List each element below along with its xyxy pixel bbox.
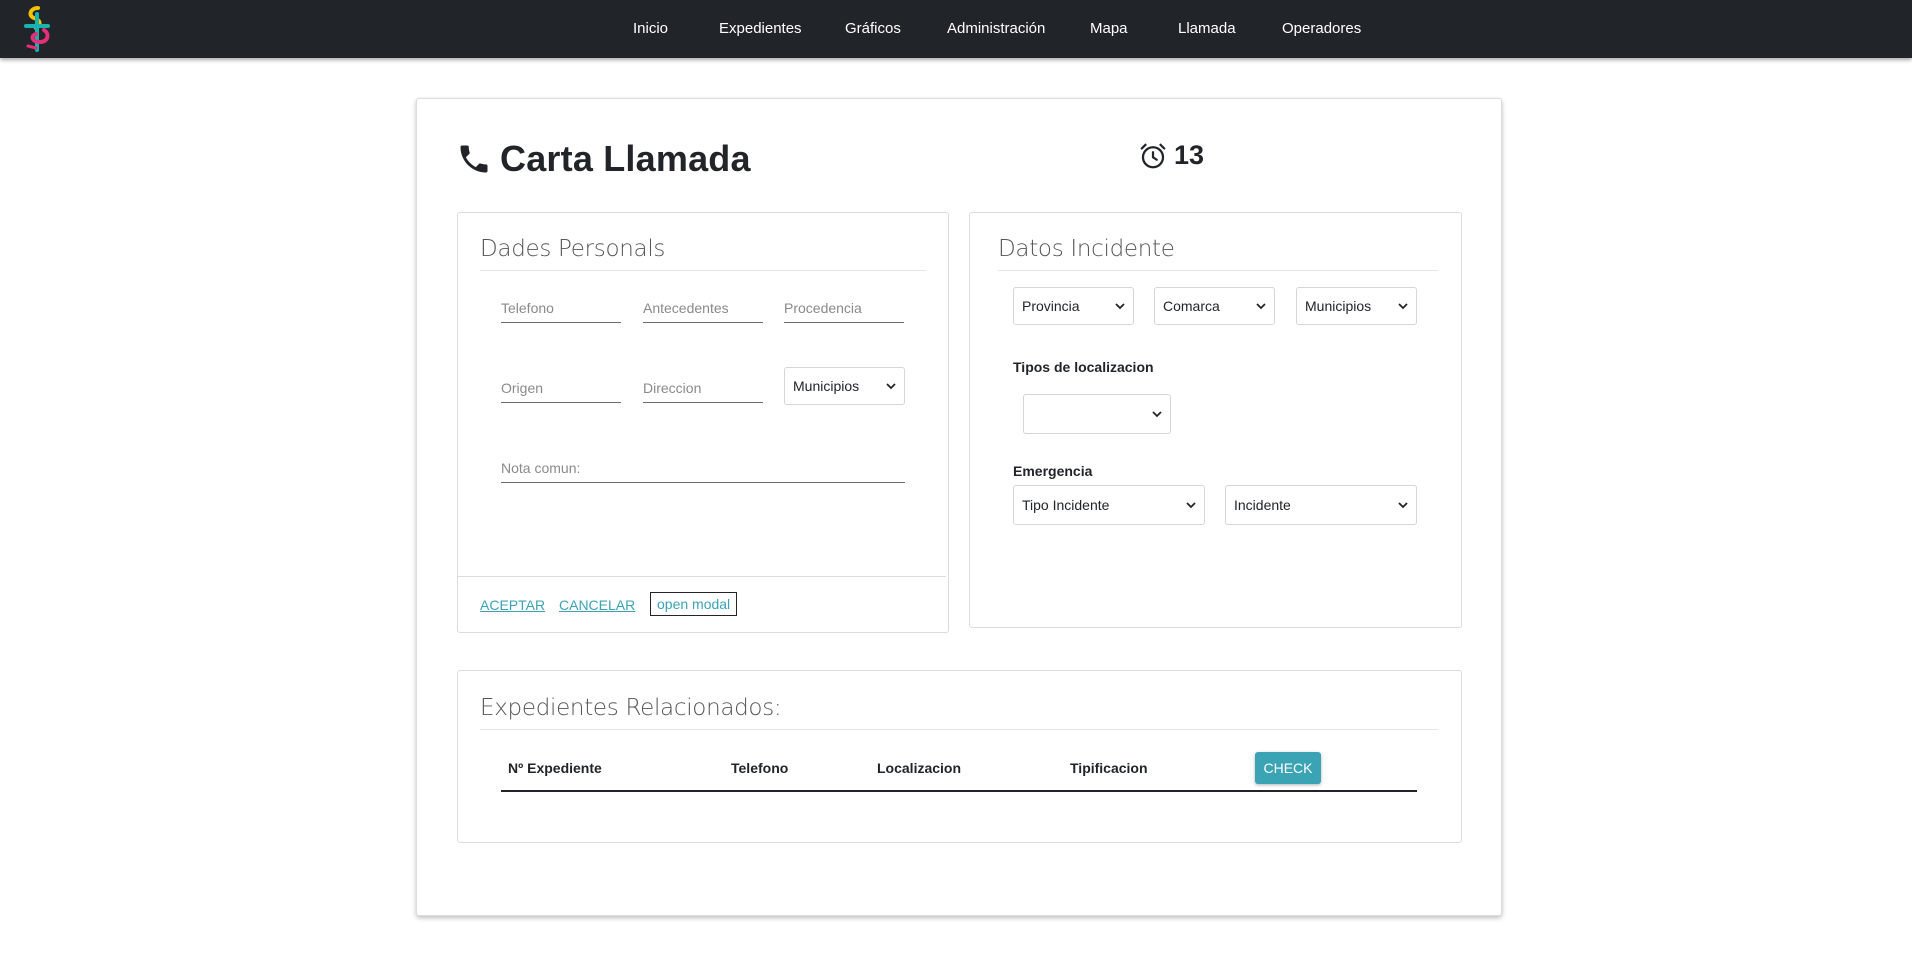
nota-input[interactable]	[501, 456, 905, 480]
tipos-localizacion-label: Tipos de localizacion	[1013, 359, 1154, 375]
tipo-incidente-value: Tipo Incidente	[1022, 497, 1110, 513]
emergencia-label: Emergencia	[1013, 463, 1093, 479]
origen-input[interactable]	[501, 376, 621, 400]
column-header-telefono: Telefono	[731, 760, 789, 776]
direccion-input[interactable]	[643, 376, 763, 400]
comarca-value: Comarca	[1163, 298, 1220, 314]
chevron-down-icon	[1186, 502, 1196, 509]
chevron-down-icon	[1398, 502, 1408, 509]
tipo-incidente-select[interactable]: Tipo Incidente	[1013, 485, 1205, 525]
provincia-value: Provincia	[1022, 298, 1080, 314]
check-button[interactable]: CHECK	[1255, 752, 1321, 784]
nav-item-operadores[interactable]: Operadores	[1282, 20, 1361, 37]
telefono-input[interactable]	[501, 296, 621, 320]
incidente-value: Incidente	[1234, 497, 1291, 513]
tipos-localizacion-select[interactable]	[1023, 394, 1171, 434]
personal-data-panel	[457, 212, 949, 633]
nav-item-graficos[interactable]: Gráficos	[845, 20, 901, 37]
personal-panel-title: Dades Personals	[480, 236, 666, 262]
top-navbar: Inicio Expedientes Gráficos Administraci…	[0, 0, 1912, 58]
procedencia-input[interactable]	[784, 296, 904, 320]
chevron-down-icon	[1256, 303, 1266, 310]
comarca-select[interactable]: Comarca	[1154, 287, 1275, 325]
nav-item-inicio[interactable]: Inicio	[633, 20, 668, 37]
chevron-down-icon	[1152, 411, 1162, 418]
column-header-tipificacion: Tipificacion	[1070, 760, 1148, 776]
related-panel-title: Expedientes Relacionados:	[480, 695, 782, 721]
incident-divider	[998, 270, 1438, 271]
alarm-clock-icon	[1140, 143, 1166, 168]
antecedentes-field[interactable]	[643, 296, 763, 323]
page-title: Carta Llamada	[456, 138, 751, 180]
timer-value: 13	[1174, 140, 1205, 170]
related-divider	[480, 729, 1438, 730]
personal-municipios-select[interactable]: Municipios	[784, 367, 905, 405]
phone-icon	[460, 145, 488, 173]
personal-municipios-value: Municipios	[793, 378, 860, 394]
nota-field[interactable]	[501, 456, 905, 483]
origen-field[interactable]	[501, 376, 621, 403]
nav-item-mapa[interactable]: Mapa	[1090, 20, 1128, 37]
incident-municipios-value: Municipios	[1305, 298, 1372, 314]
nav-item-expedientes[interactable]: Expedientes	[719, 20, 802, 37]
nav-links: Inicio Expedientes Gráficos Administraci…	[0, 0, 1912, 58]
cancelar-button[interactable]: CANCELAR	[559, 597, 635, 613]
direccion-field[interactable]	[643, 376, 763, 403]
nav-item-llamada[interactable]: Llamada	[1178, 20, 1236, 37]
personal-footer-divider	[458, 576, 946, 577]
column-header-localizacion: Localizacion	[877, 760, 962, 776]
antecedentes-input[interactable]	[643, 296, 763, 320]
procedencia-field[interactable]	[784, 296, 904, 323]
table-header-rule	[501, 790, 1417, 792]
chevron-down-icon	[1115, 303, 1125, 310]
call-timer: 13	[1138, 140, 1204, 171]
incidente-select[interactable]: Incidente	[1225, 485, 1417, 525]
chevron-down-icon	[1398, 303, 1408, 310]
column-header-expediente: Nº Expediente	[508, 760, 602, 776]
personal-divider	[480, 270, 926, 271]
chevron-down-icon	[886, 383, 896, 390]
nav-item-administracion[interactable]: Administración	[947, 20, 1045, 37]
provincia-select[interactable]: Provincia	[1013, 287, 1134, 325]
page-title-text: Carta Llamada	[500, 138, 751, 179]
incident-panel-title: Datos Incidente	[998, 236, 1175, 262]
telefono-field[interactable]	[501, 296, 621, 323]
incident-municipios-select[interactable]: Municipios	[1296, 287, 1417, 325]
aceptar-button[interactable]: ACEPTAR	[480, 597, 545, 613]
open-modal-button[interactable]: open modal	[650, 592, 738, 616]
